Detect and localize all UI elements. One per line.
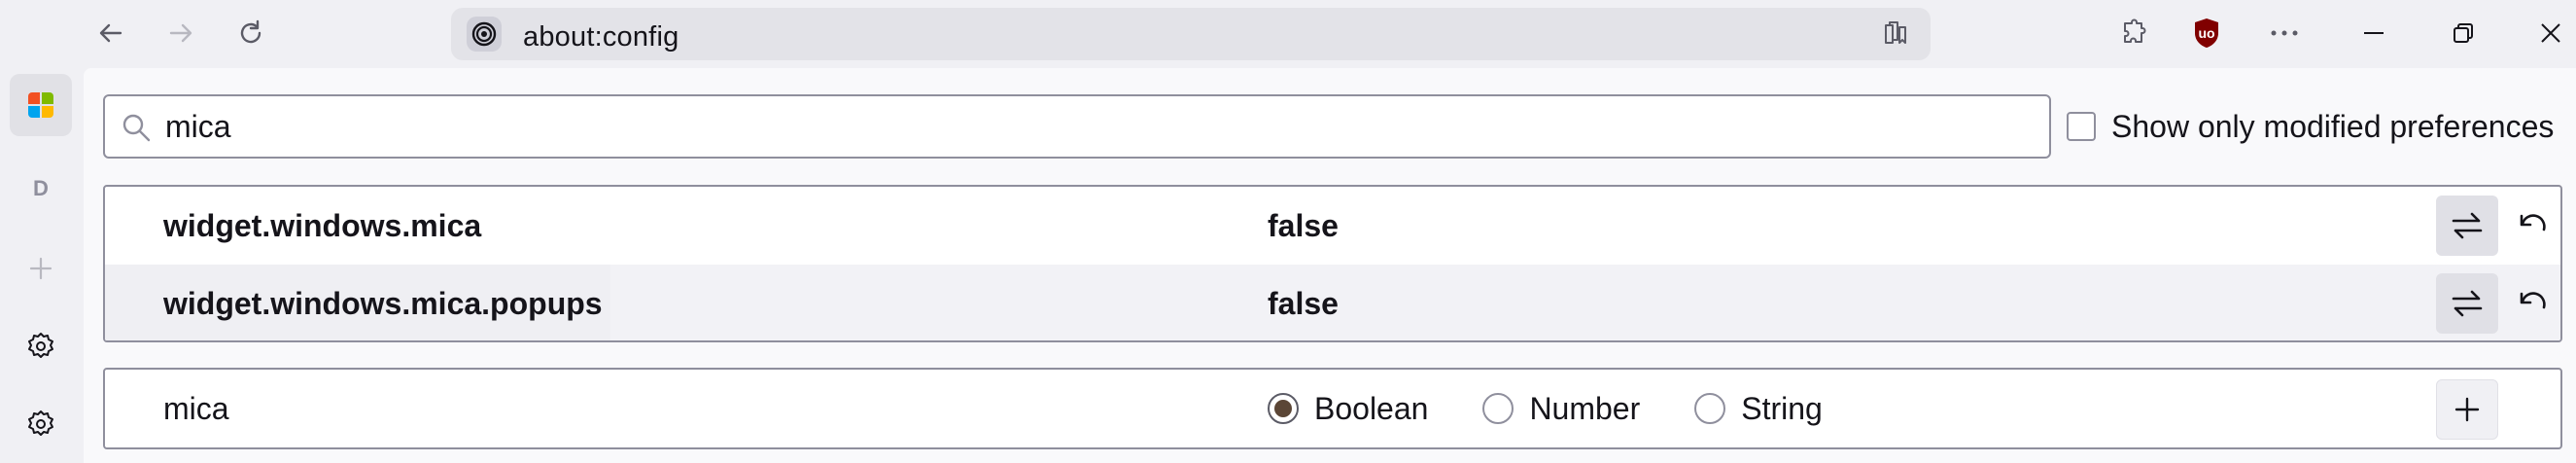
more-menu-icon [2271, 30, 2298, 36]
string-label: String [1741, 390, 1823, 426]
preferences-table: widget.windows.mica false widget.windows… [103, 185, 2562, 342]
back-button[interactable] [87, 10, 134, 56]
pref-value: false [1268, 286, 1339, 321]
pref-name: widget.windows.mica.popups [163, 286, 603, 321]
show-modified-label: Show only modified preferences [2111, 108, 2555, 144]
show-modified-checkbox[interactable] [2067, 112, 2096, 141]
type-string-option[interactable]: String [1694, 391, 1823, 427]
reload-button[interactable] [227, 10, 274, 56]
arrow-right-icon [169, 23, 192, 43]
reader-view-button[interactable] [1882, 19, 1911, 53]
extensions-icon [2124, 18, 2146, 43]
forward-button[interactable] [157, 10, 204, 56]
search-input[interactable] [165, 106, 2012, 147]
browser-toolbar: about:config uo [0, 0, 2576, 66]
type-boolean-option[interactable]: Boolean [1268, 391, 1428, 427]
minimize-button[interactable] [2350, 10, 2397, 56]
undo-icon [2520, 214, 2546, 232]
url-text[interactable]: about:config [523, 21, 679, 53]
toggle-arrows-icon [2452, 212, 2483, 239]
search-field[interactable] [103, 94, 2051, 159]
about-config-page: Show only modified preferences widget.wi… [84, 68, 2576, 463]
toggle-button[interactable] [2436, 273, 2498, 334]
table-row[interactable]: widget.windows.mica false [105, 187, 2560, 264]
string-radio[interactable] [1694, 393, 1726, 424]
profile-letter: D [33, 176, 49, 200]
undo-icon [2520, 292, 2546, 309]
type-number-option[interactable]: Number [1482, 391, 1640, 427]
table-row[interactable]: widget.windows.mica.popups false [105, 265, 2560, 340]
settings-icon [28, 333, 53, 358]
minimize-icon [2364, 32, 2384, 34]
sidebar-item-profile[interactable]: D [10, 158, 72, 220]
reload-icon [240, 19, 261, 44]
search-icon [122, 114, 151, 142]
add-preference-row: mica Boolean Number String [103, 368, 2562, 449]
reset-button[interactable] [2510, 273, 2557, 334]
sidebar-item-microsoft[interactable] [10, 74, 72, 136]
microsoft-app-icon [28, 92, 53, 118]
new-pref-name: mica [163, 391, 229, 426]
toggle-arrows-icon [2452, 290, 2483, 317]
pref-value: false [1268, 208, 1339, 243]
add-icon [29, 257, 52, 280]
number-radio[interactable] [1482, 393, 1514, 424]
boolean-label: Boolean [1314, 390, 1429, 426]
extensions-button[interactable] [2109, 10, 2156, 56]
reset-button[interactable] [2510, 196, 2557, 256]
identity-button[interactable] [467, 17, 502, 52]
svg-text:uo: uo [2198, 25, 2214, 41]
pref-name: widget.windows.mica [163, 208, 482, 243]
add-preference-button[interactable] [2436, 379, 2498, 440]
reader-view-icon [1885, 21, 1906, 44]
close-window-button[interactable] [2527, 10, 2574, 56]
sidebar-item-settings-2[interactable] [10, 393, 72, 455]
restore-icon [2454, 23, 2473, 43]
close-icon [2541, 23, 2560, 43]
number-label: Number [1529, 390, 1641, 426]
sidebar-item-settings[interactable] [10, 315, 72, 377]
sidebar: D [0, 66, 82, 463]
show-modified-toggle[interactable]: Show only modified preferences [2067, 107, 2554, 146]
url-bar[interactable]: about:config [451, 8, 1931, 60]
sidebar-add-button[interactable] [10, 237, 72, 300]
toggle-button[interactable] [2436, 196, 2498, 256]
arrow-left-icon [99, 23, 122, 43]
plus-icon [2454, 397, 2480, 422]
settings-icon [28, 410, 53, 436]
more-menu-button[interactable] [2261, 10, 2308, 56]
restore-button[interactable] [2440, 10, 2487, 56]
type-radio-group: Boolean Number String [1268, 389, 1877, 428]
firefox-logo-icon [471, 21, 497, 47]
ublock-origin-button[interactable]: uo [2183, 10, 2230, 56]
boolean-radio[interactable] [1268, 393, 1299, 424]
ublock-origin-icon: uo [2195, 18, 2218, 48]
